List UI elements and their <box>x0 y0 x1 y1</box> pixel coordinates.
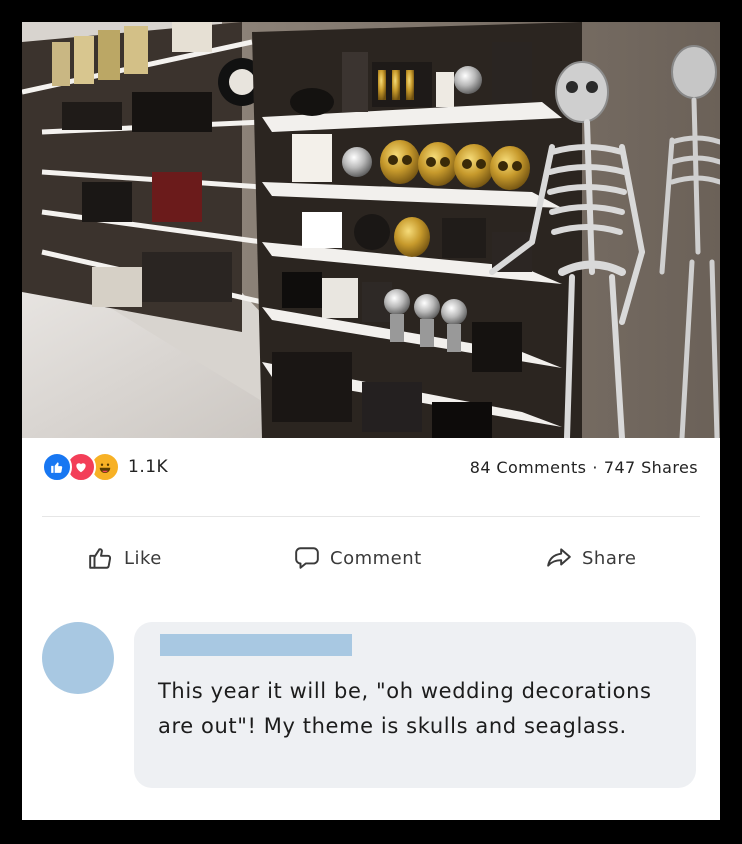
divider <box>42 516 700 517</box>
shares-count[interactable]: 747 Shares <box>604 458 698 477</box>
share-label: Share <box>582 547 637 569</box>
thumbs-up-icon <box>89 548 112 569</box>
post-actions: Like Comment Share <box>22 538 720 578</box>
commenter-name-redacted[interactable] <box>160 634 352 656</box>
like-reaction-icon <box>42 452 72 482</box>
like-label: Like <box>124 547 162 569</box>
store-aisle-illustration <box>22 22 720 438</box>
commenter-avatar-redacted[interactable] <box>42 622 114 694</box>
share-button[interactable]: Share <box>546 538 636 578</box>
separator-dot: · <box>592 458 598 477</box>
post-photo[interactable] <box>22 22 720 438</box>
comment-icon <box>295 547 319 569</box>
engagement-counts: 84 Comments · 747 Shares <box>470 458 698 477</box>
comment-button[interactable]: Comment <box>294 538 422 578</box>
reactions-summary[interactable]: 1.1K <box>42 452 168 482</box>
comment-text: This year it will be, "oh wedding decora… <box>158 679 652 738</box>
reaction-count[interactable]: 1.1K <box>128 457 168 477</box>
share-arrow-icon <box>547 548 571 567</box>
comments-count[interactable]: 84 Comments <box>470 458 587 477</box>
comment-label: Comment <box>330 547 422 569</box>
like-button[interactable]: Like <box>88 538 162 578</box>
post-card: 1.1K 84 Comments · 747 Shares Like Comment… <box>22 22 720 820</box>
comment-bubble: This year it will be, "oh wedding decora… <box>134 622 696 788</box>
